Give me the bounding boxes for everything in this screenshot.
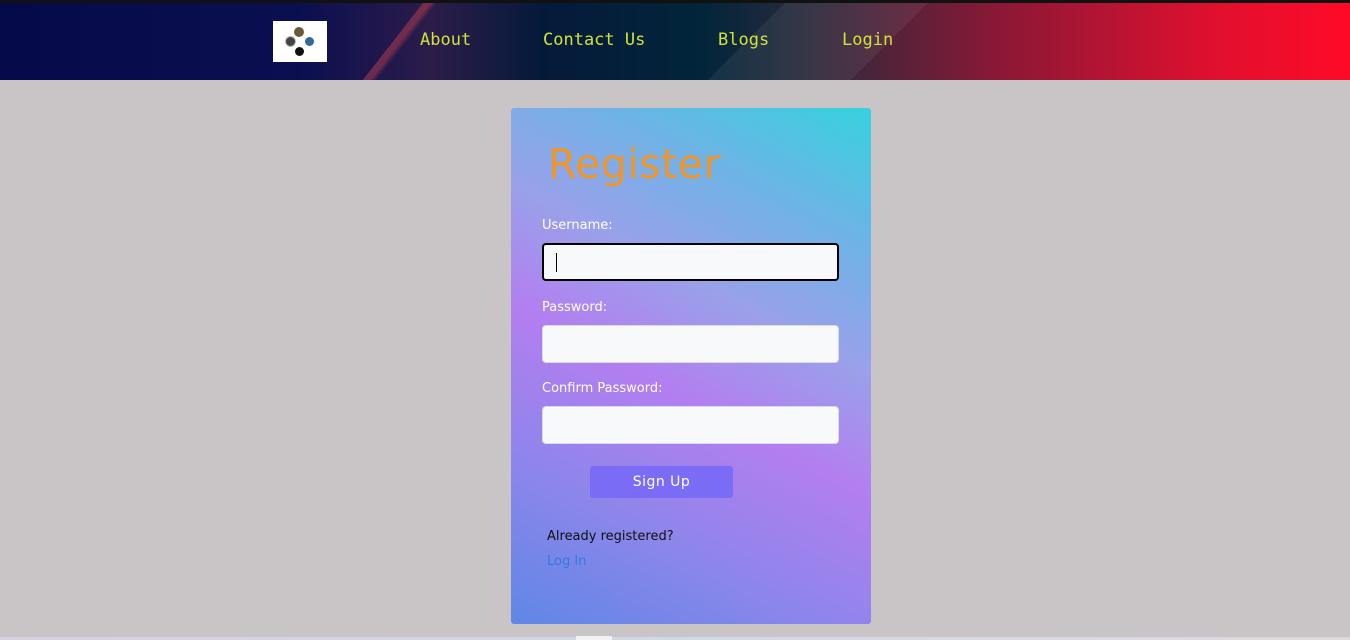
nav-link-blogs[interactable]: Blogs (718, 30, 769, 50)
logo-dot-icon (295, 47, 304, 56)
password-label: Password: (542, 300, 608, 315)
logo-dot-icon (305, 37, 314, 46)
sign-up-button[interactable]: Sign Up (590, 466, 733, 498)
username-label: Username: (542, 218, 613, 233)
top-navbar: About Contact Us Blogs Login (0, 0, 1350, 80)
logo-icon[interactable] (273, 21, 327, 62)
nav-link-about[interactable]: About (420, 30, 471, 50)
logo-dot-icon (294, 27, 304, 37)
text-caret (556, 253, 557, 272)
bottom-tab-indicator (576, 636, 612, 640)
nav-link-login[interactable]: Login (842, 30, 893, 50)
logo-dot-icon (285, 36, 296, 47)
confirm-password-label: Confirm Password: (542, 381, 663, 396)
nav-link-contact-us[interactable]: Contact Us (543, 30, 645, 50)
confirm-password-input[interactable] (542, 406, 839, 444)
password-input[interactable] (542, 325, 839, 363)
register-title: Register (548, 140, 721, 188)
log-in-link[interactable]: Log In (547, 554, 586, 569)
already-registered-text: Already registered? (547, 529, 674, 544)
username-input[interactable] (542, 243, 839, 281)
register-card: Register Username: Password: Confirm Pas… (511, 108, 871, 624)
